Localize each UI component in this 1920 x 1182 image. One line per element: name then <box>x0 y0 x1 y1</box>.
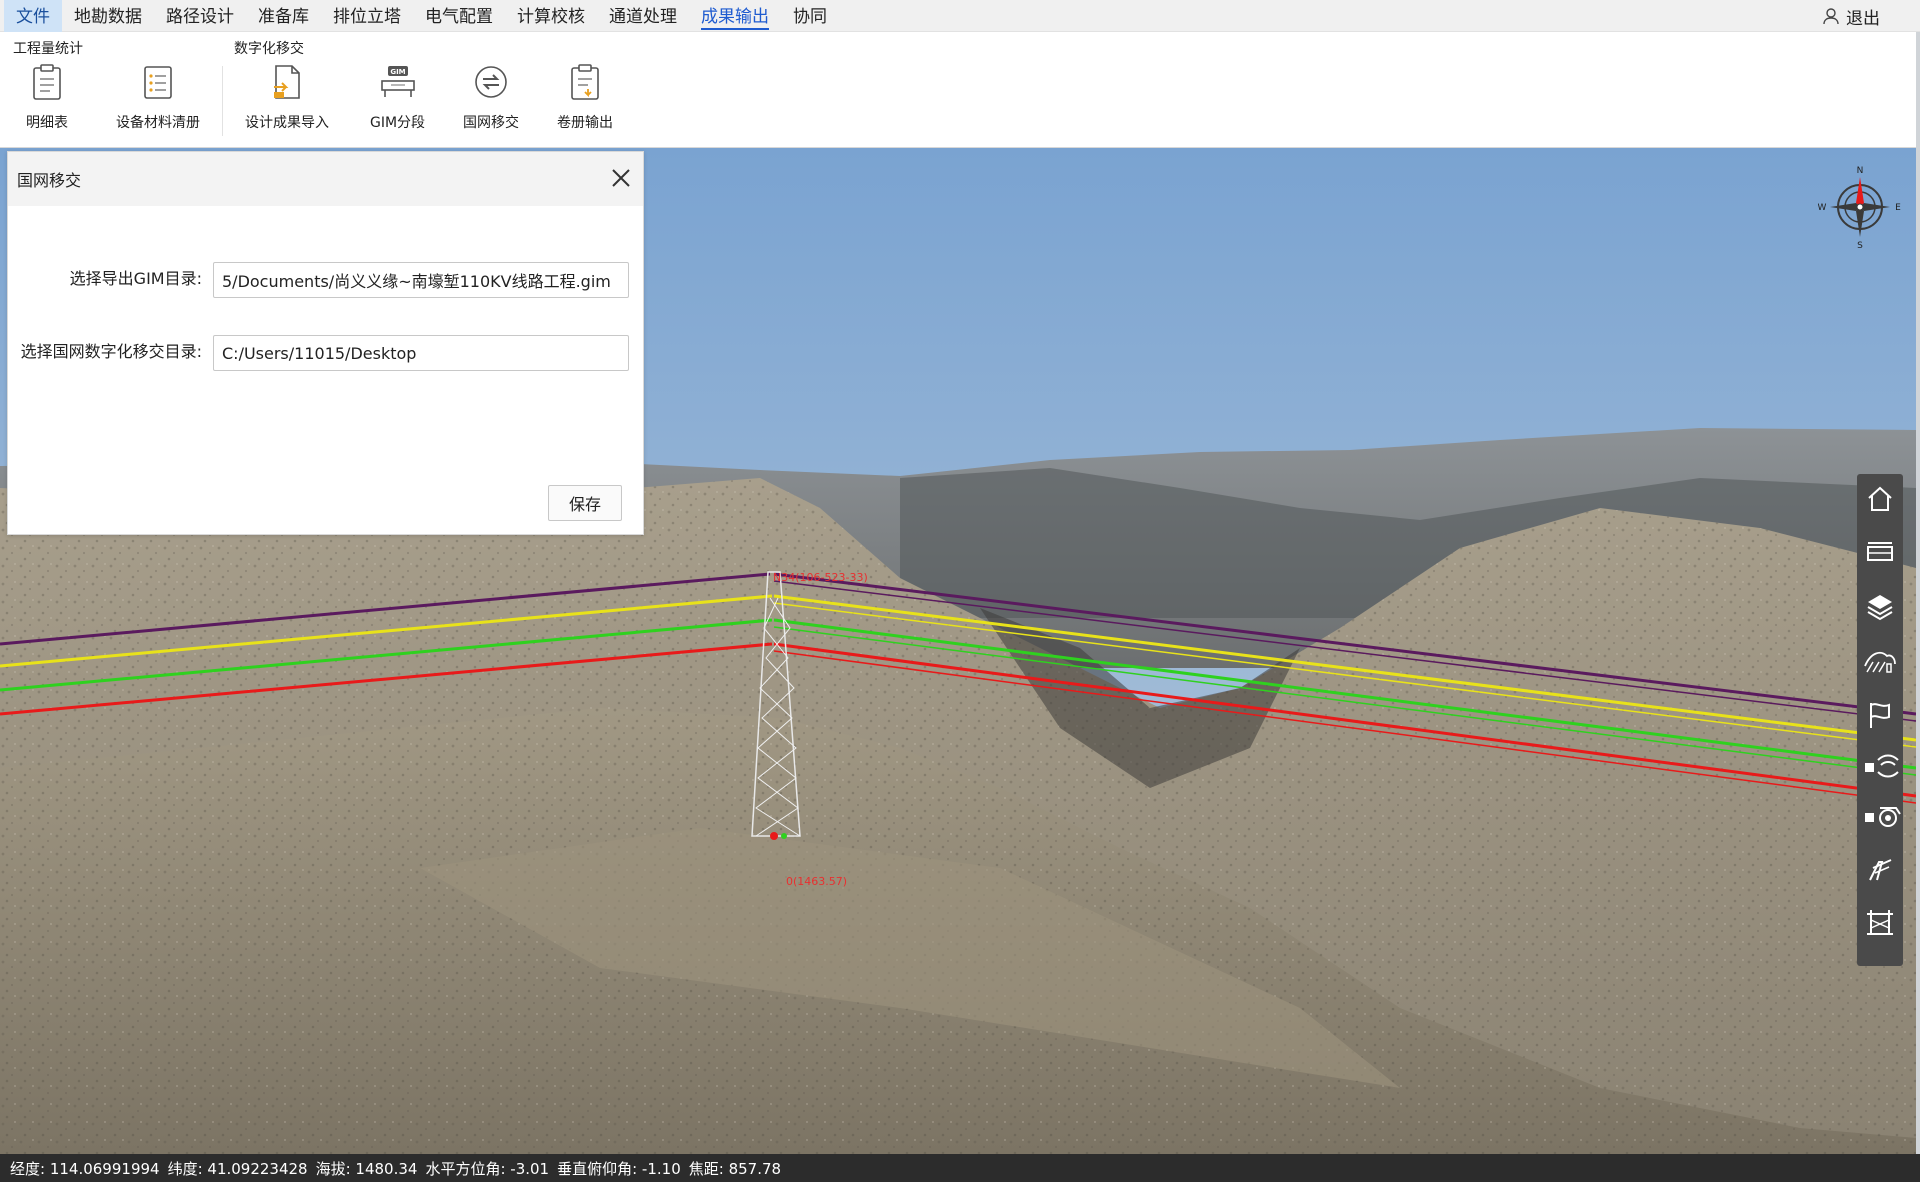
menu-tower-placement[interactable]: 排位立塔 <box>321 0 413 32</box>
handover-dir-label: 选择国网数字化移交目录: <box>20 342 202 361</box>
save-button[interactable]: 保存 <box>548 485 622 521</box>
menu-file[interactable]: 文件 <box>4 0 62 32</box>
compass-e-label: E <box>1895 203 1901 213</box>
user-icon <box>1823 8 1839 25</box>
camera-button[interactable] <box>1857 794 1903 840</box>
detail-table-button[interactable]: 明细表 <box>26 60 68 144</box>
ruler-icon <box>1867 542 1893 561</box>
signal-icon <box>1877 754 1899 778</box>
compass-s-label: S <box>1857 241 1863 249</box>
altitude-readout: 海拔: 1480.34 <box>315 1159 418 1178</box>
layers-icon <box>1867 595 1893 621</box>
handover-dir-input[interactable] <box>213 335 629 371</box>
equipment-list-button[interactable]: 设备材料清册 <box>116 60 200 144</box>
longitude-readout: 经度: 114.06991994 <box>10 1159 160 1178</box>
close-icon <box>612 169 630 187</box>
gim-segment-button[interactable]: GIM GIM分段 <box>370 60 425 144</box>
menu-corridor-processing[interactable]: 通道处理 <box>597 0 689 32</box>
menu-survey-data[interactable]: 地勘数据 <box>62 0 154 32</box>
volume-output-button[interactable]: 卷册输出 <box>557 60 613 144</box>
dialog-title: 国网移交 <box>17 171 82 190</box>
heading-readout: 水平方位角: -3.01 <box>425 1159 550 1178</box>
menu-output[interactable]: 成果输出 <box>689 0 781 32</box>
handover-icon <box>471 60 511 104</box>
gim-icon: GIM <box>378 60 418 104</box>
menu-library[interactable]: 准备库 <box>246 0 321 32</box>
focal-readout: 焦距: 857.78 <box>688 1159 782 1178</box>
gim-badge-text: GIM <box>390 68 405 76</box>
measure-button[interactable] <box>1857 530 1903 576</box>
volume-output-icon <box>565 60 605 104</box>
tower-label: N34(106-523-33) <box>773 571 868 584</box>
home-icon <box>1868 486 1892 511</box>
terrain-button[interactable] <box>1857 638 1903 684</box>
list-icon <box>138 60 178 104</box>
ground-elevation-label: 0(1463.57) <box>786 875 847 888</box>
camera-icon <box>1879 807 1901 827</box>
compass-w-label: W <box>1818 203 1827 213</box>
signal-button[interactable] <box>1857 744 1903 790</box>
side-toolbar <box>1857 474 1903 966</box>
compass-icon[interactable]: N S E W <box>1818 165 1902 249</box>
home-button[interactable] <box>1857 476 1903 522</box>
menu-electrical-config[interactable]: 电气配置 <box>413 0 505 32</box>
gim-segment-label: GIM分段 <box>370 115 426 131</box>
menu-calculation-check[interactable]: 计算校核 <box>505 0 597 32</box>
close-button[interactable] <box>607 164 635 192</box>
camera-indicator <box>1865 813 1874 822</box>
flag-icon <box>1870 703 1890 728</box>
gim-dir-input[interactable] <box>213 262 629 298</box>
logout-button[interactable]: 退出 <box>1822 0 1880 32</box>
import-design-button[interactable]: 设计成果导入 <box>245 60 329 144</box>
terrain-icon <box>1864 651 1896 673</box>
pitch-readout: 垂直俯仰角: -1.10 <box>557 1159 681 1178</box>
gim-dir-label: 选择导出GIM目录: <box>69 269 202 288</box>
flag-button[interactable] <box>1857 692 1903 738</box>
group-label-digital-handover: 数字化移交 <box>234 41 304 57</box>
detail-table-label: 明细表 <box>26 115 68 131</box>
ribbon-divider <box>222 66 223 136</box>
import-design-label: 设计成果导入 <box>245 115 329 131</box>
logout-label: 退出 <box>1846 8 1880 29</box>
dialog-header: 国网移交 <box>8 152 643 206</box>
signal-indicator <box>1865 763 1874 772</box>
compass-n-label: N <box>1857 166 1864 176</box>
state-grid-handover-button[interactable]: 国网移交 <box>463 60 519 144</box>
document-import-icon <box>267 60 307 104</box>
equipment-list-label: 设备材料清册 <box>116 115 200 131</box>
state-grid-handover-label: 国网移交 <box>463 115 519 131</box>
menu-route-design[interactable]: 路径设计 <box>154 0 246 32</box>
window-edge <box>1916 32 1920 1182</box>
gantry-icon <box>1867 910 1893 935</box>
group-label-quantity-statistics: 工程量统计 <box>13 41 83 57</box>
tower-tool-icon <box>1869 859 1892 881</box>
gantry-button[interactable] <box>1857 898 1903 944</box>
menu-bar: 文件 地勘数据 路径设计 准备库 排位立塔 电气配置 计算校核 通道处理 成果输… <box>0 0 1920 32</box>
status-bar: 经度: 114.06991994 纬度: 41.09223428 海拔: 148… <box>0 1154 1920 1182</box>
layers-button[interactable] <box>1857 584 1903 630</box>
tower-tool-button[interactable] <box>1857 846 1903 892</box>
latitude-readout: 纬度: 41.09223428 <box>167 1159 308 1178</box>
menu-collaboration[interactable]: 协同 <box>781 0 839 32</box>
volume-output-label: 卷册输出 <box>557 115 613 131</box>
clipboard-icon <box>27 60 67 104</box>
ribbon-toolbar: 工程量统计 数字化移交 明细表 设备材料清册 设计成果导入 GIM GIM分段 … <box>0 32 1916 148</box>
state-grid-handover-dialog: 国网移交 选择导出GIM目录: 选择国网数字化移交目录: 保存 <box>7 151 644 535</box>
